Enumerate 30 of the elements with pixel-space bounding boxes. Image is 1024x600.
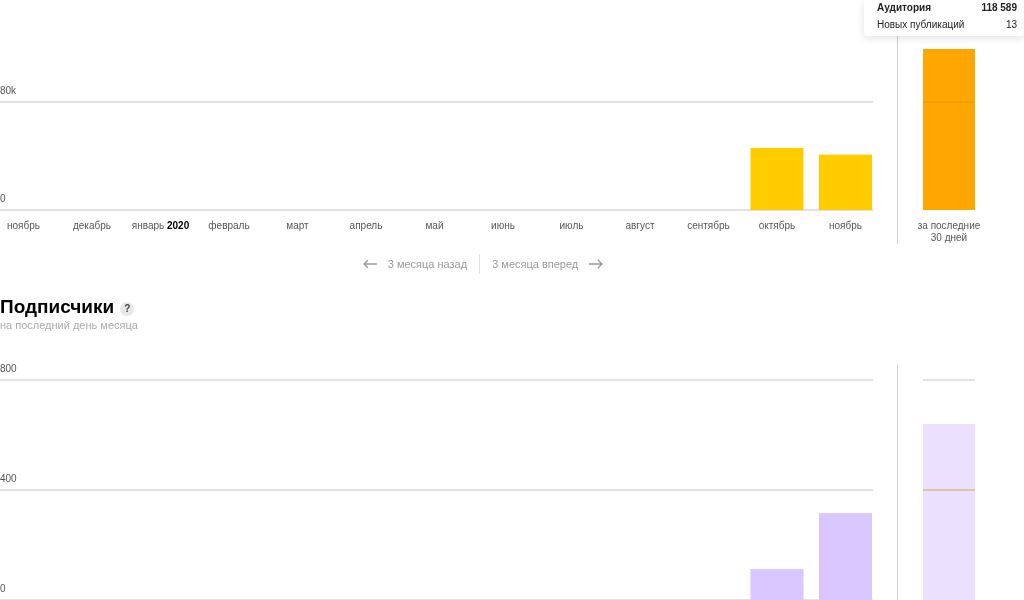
axis-label: март [286,219,309,233]
section-subtitle: на последний день месяца [0,319,139,331]
axis-label: 0 [0,583,6,594]
axis-label: октябрь [758,219,796,233]
axis-label: 80k [0,85,17,96]
axis-label: декабрь [72,219,112,233]
axis-label: сентябрь [687,219,730,233]
tooltip-value: 13 [1005,19,1017,30]
left-arrow-icon [362,259,378,269]
axis-label: 400 [0,473,17,484]
axis-label: август [625,219,655,233]
tooltip-label: Аудитория [877,2,931,13]
tooltip-value: 118 589 [981,2,1017,13]
axis-label: 800 [0,363,17,374]
axis-label: ноябрь [829,219,862,233]
axis-label: февраль [208,219,250,233]
axis-label: июнь [491,219,515,233]
axis-label: июль [559,219,584,233]
axis-label: ноябрь [7,219,40,233]
axis-label: январь 2020 [131,219,190,233]
axis-label: 0 [0,193,6,204]
help-icon[interactable]: ? [120,301,135,316]
axis-label: май [425,219,444,233]
tooltip-label: Новых публикаций [877,19,965,30]
forward-link[interactable]: 3 месяца вперед [492,258,604,270]
axis-label: за последние 30 дней [916,220,982,244]
axis-label: апрель [349,219,383,233]
section-title: Подписчики [0,296,115,318]
right-arrow-icon [588,259,604,269]
back-link[interactable]: 3 месяца назад [362,258,468,270]
